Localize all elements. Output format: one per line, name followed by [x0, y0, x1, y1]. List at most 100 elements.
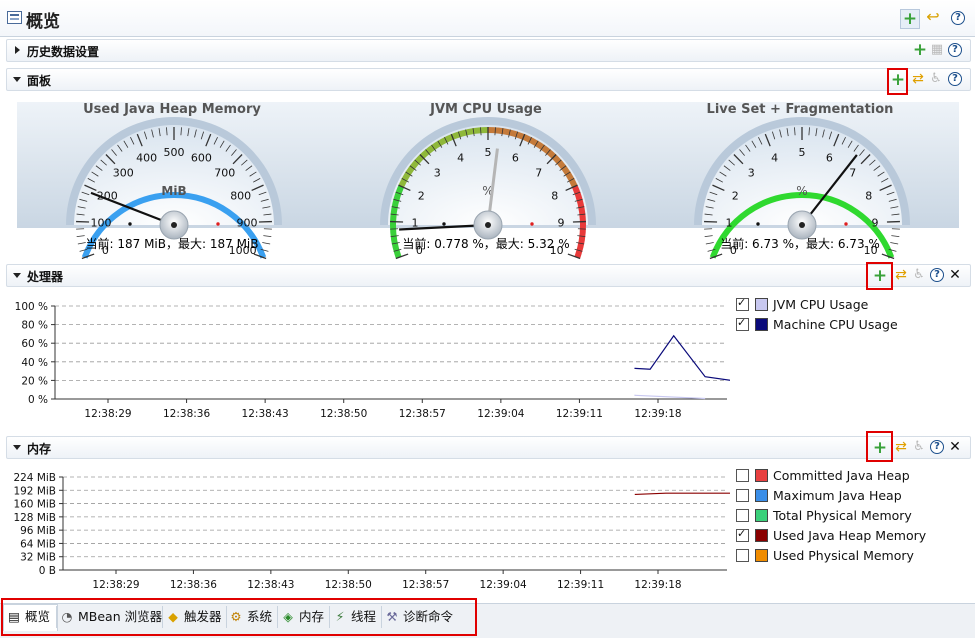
legend-checkbox[interactable]: [736, 469, 749, 482]
title-bar: 概览 + ↩ ?: [0, 0, 975, 37]
x-tick-label: 12:38:36: [163, 408, 210, 420]
legend-checkbox[interactable]: [736, 509, 749, 522]
cpu-chart: 100 %80 %60 %40 %20 %0 %12:38:2912:38:36…: [0, 292, 730, 426]
legend-label: Maximum Java Heap: [773, 488, 902, 503]
overview-window-icon: [7, 11, 22, 24]
gauge-tick-label: 400: [136, 151, 157, 164]
x-tick-label: 12:38:29: [84, 408, 131, 420]
add-icon[interactable]: +: [900, 9, 920, 29]
section-dashboard[interactable]: 面板 + ⇄ ♿ ?: [6, 68, 971, 91]
refresh-icon[interactable]: ⇄: [893, 439, 909, 455]
gauge-tick-label: 300: [113, 166, 134, 179]
add-icon[interactable]: +: [890, 72, 906, 88]
gauge-tick-label: 8: [865, 189, 872, 202]
gauge-title: Live Set + Fragmentation: [680, 102, 920, 117]
add-icon[interactable]: +: [872, 268, 888, 284]
legend-checkbox[interactable]: [736, 489, 749, 502]
legend-item[interactable]: Used Physical Memory: [736, 548, 926, 568]
y-tick-label: 0 B: [39, 565, 56, 577]
y-tick-label: 192 MiB: [13, 485, 56, 497]
gauge-tick-label: 7: [849, 166, 856, 179]
refresh-icon[interactable]: ⇄: [893, 267, 909, 283]
help-icon[interactable]: ?: [948, 43, 962, 57]
close-icon[interactable]: ✕: [947, 439, 963, 455]
legend-item[interactable]: Total Physical Memory: [736, 508, 926, 528]
gauge-tick-label: 900: [236, 216, 257, 229]
y-tick-label: 60 %: [21, 338, 48, 350]
y-tick-label: 40 %: [21, 357, 48, 369]
section-history[interactable]: 历史数据设置 + ▦ ?: [6, 39, 971, 62]
legend-item[interactable]: Machine CPU Usage: [736, 317, 898, 337]
accessibility-icon[interactable]: ♿: [911, 267, 927, 283]
section-memory[interactable]: 内存 + ⇄ ♿ ? ✕: [6, 436, 971, 459]
x-tick-label: 12:38:50: [320, 408, 367, 420]
gauge-tick-label: 3: [434, 166, 441, 179]
legend-swatch: [755, 509, 768, 522]
section-processor-label: 处理器: [27, 268, 63, 285]
x-tick-label: 12:38:57: [399, 408, 446, 420]
help-icon[interactable]: ?: [930, 268, 944, 282]
legend-item[interactable]: JVM CPU Usage: [736, 297, 898, 317]
x-tick-label: 12:39:18: [634, 408, 681, 420]
help-icon[interactable]: ?: [948, 72, 962, 86]
legend-swatch: [755, 549, 768, 562]
gauge-unit: MiB: [161, 184, 186, 198]
gauge-title: JVM CPU Usage: [366, 102, 606, 117]
y-tick-label: 0 %: [28, 394, 48, 406]
legend-item[interactable]: Committed Java Heap: [736, 468, 926, 488]
x-tick-label: 12:39:11: [557, 579, 604, 591]
gauge-unit: %: [796, 184, 807, 198]
accessibility-icon[interactable]: ♿: [911, 439, 927, 455]
add-icon[interactable]: +: [872, 440, 888, 456]
expand-icon[interactable]: [15, 46, 20, 54]
legend-checkbox[interactable]: [736, 298, 749, 311]
collapse-icon[interactable]: [13, 77, 21, 82]
gauge-tick-label: 3: [748, 166, 755, 179]
gauge-tick-label: 8: [551, 189, 558, 202]
legend-swatch: [755, 529, 768, 542]
gauge-tick-label: 4: [457, 151, 464, 164]
gauge-tick-label: 700: [214, 166, 235, 179]
add-icon[interactable]: +: [912, 42, 928, 58]
x-tick-label: 12:38:57: [402, 579, 449, 591]
gauge-caption: 当前: 6.73 %，最大: 6.73 %: [680, 235, 920, 252]
x-tick-label: 12:39:18: [634, 579, 681, 591]
x-tick-label: 12:38:43: [247, 579, 294, 591]
collapse-icon[interactable]: [13, 273, 21, 278]
legend-label: Committed Java Heap: [773, 468, 910, 483]
legend-item[interactable]: Maximum Java Heap: [736, 488, 926, 508]
gauge-min-dot: [128, 222, 131, 225]
y-tick-label: 32 MiB: [20, 552, 56, 564]
help-icon[interactable]: ?: [951, 11, 965, 25]
legend-checkbox[interactable]: [736, 318, 749, 331]
back-arrow-icon[interactable]: ↩: [925, 9, 941, 25]
collapse-icon[interactable]: [13, 445, 21, 450]
legend-label: JVM CPU Usage: [773, 297, 868, 312]
gauge-tick-label: 600: [191, 151, 212, 164]
x-tick-label: 12:39:04: [480, 579, 527, 591]
help-icon[interactable]: ?: [930, 440, 944, 454]
memory-chart: 224 MiB192 MiB160 MiB128 MiB96 MiB64 MiB…: [0, 466, 730, 596]
gauge-hub-center: [799, 222, 805, 228]
refresh-icon[interactable]: ⇄: [910, 71, 926, 87]
legend-label: Machine CPU Usage: [773, 317, 898, 332]
y-tick-label: 80 %: [21, 320, 48, 332]
section-processor[interactable]: 处理器 + ⇄ ♿ ? ✕: [6, 264, 971, 287]
legend-label: Used Physical Memory: [773, 548, 914, 563]
x-tick-label: 12:39:11: [556, 408, 603, 420]
gauge-max-dot: [530, 222, 533, 225]
chart-icon[interactable]: ▦: [929, 42, 945, 58]
x-tick-label: 12:38:43: [242, 408, 289, 420]
accessibility-icon[interactable]: ♿: [928, 71, 944, 87]
legend-swatch: [755, 298, 768, 311]
legend-item[interactable]: Used Java Heap Memory: [736, 528, 926, 548]
gauge-tick-label: 2: [418, 189, 425, 202]
legend-checkbox[interactable]: [736, 529, 749, 542]
gauge-tick-label: 9: [871, 216, 878, 229]
gauge-hub-center: [171, 222, 177, 228]
legend-swatch: [755, 489, 768, 502]
close-icon[interactable]: ✕: [947, 267, 963, 283]
legend-checkbox[interactable]: [736, 549, 749, 562]
memory-legend: Committed Java Heap Maximum Java Heap Tota…: [736, 468, 926, 568]
gauge-tick-label: 4: [771, 151, 778, 164]
